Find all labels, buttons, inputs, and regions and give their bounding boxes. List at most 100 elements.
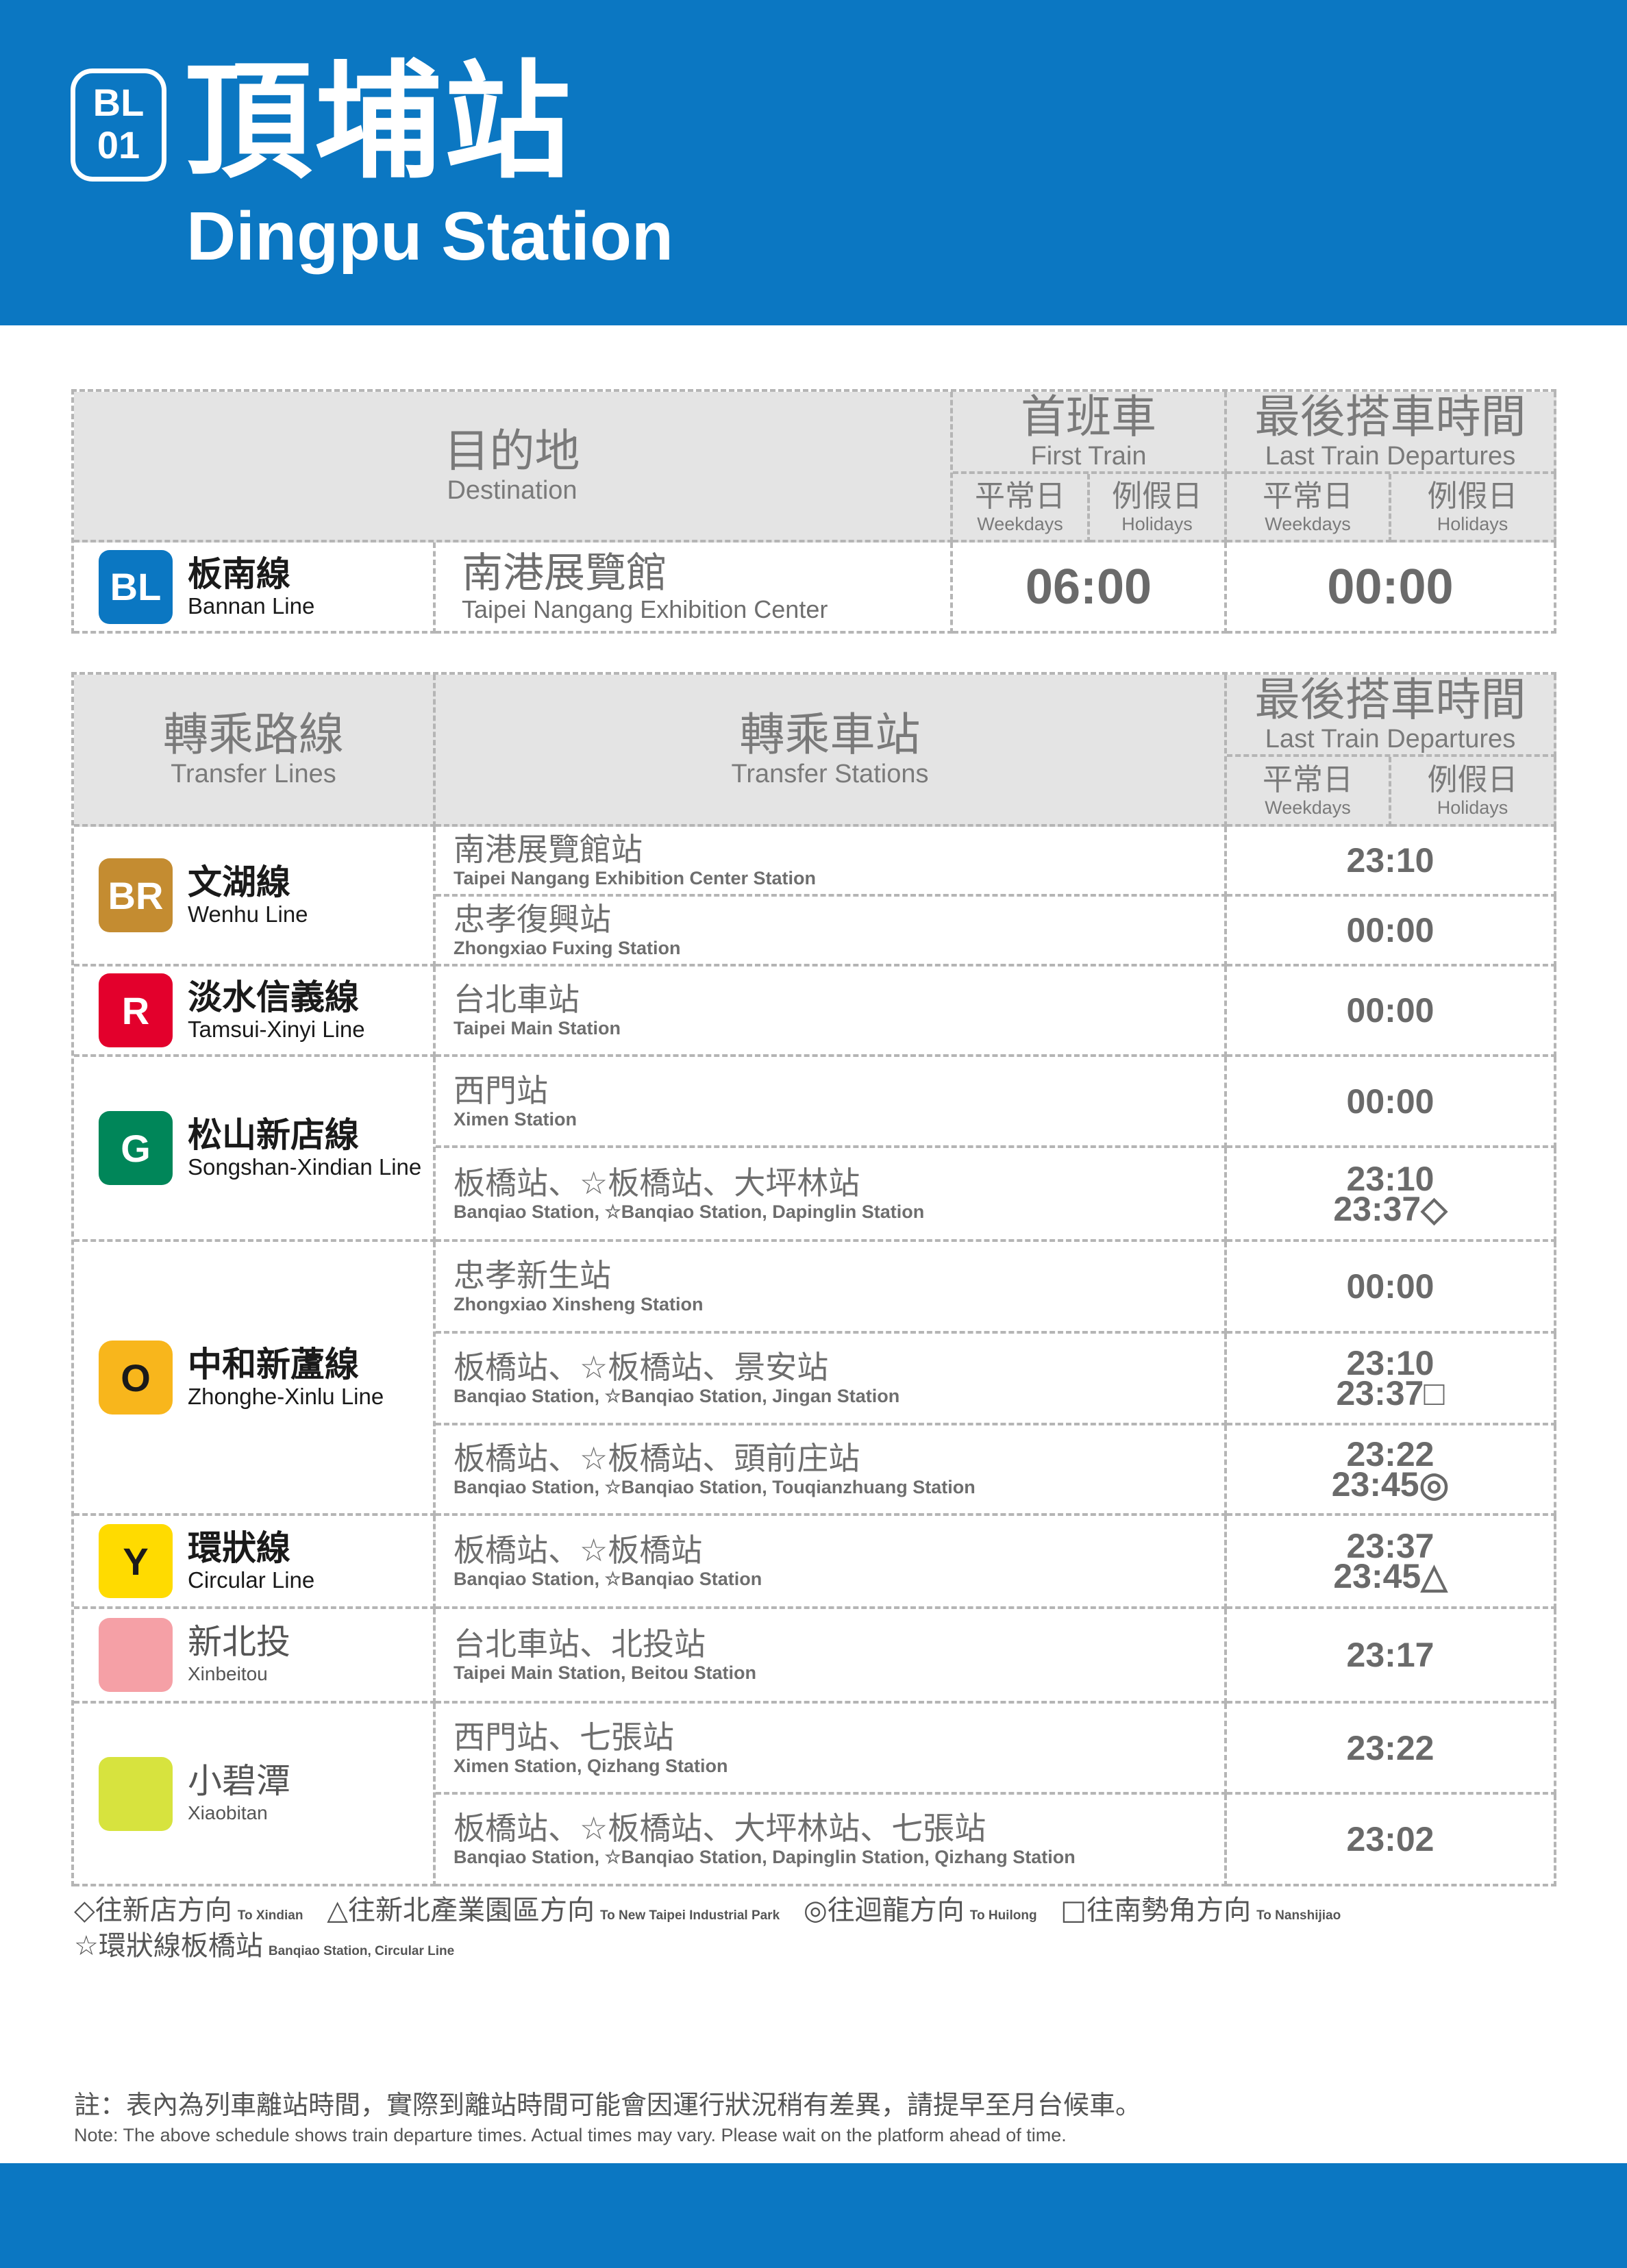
last-time-cell: 23:17 — [1227, 1609, 1556, 1704]
station-en: Banqiao Station, ☆Banqiao Station, Jinga… — [454, 1386, 900, 1406]
transfer-stations-header: 轉乘車站 Transfer Stations — [436, 675, 1227, 827]
first-train-time: 06:00 — [1025, 559, 1152, 614]
last-time-alt: 23:37◇ — [1333, 1189, 1448, 1228]
station-code-line: BL — [92, 81, 145, 124]
holidays-label-en: Holidays — [1121, 514, 1193, 534]
destination-cell: 南港展覽館 Taipei Nangang Exhibition Center — [436, 543, 953, 634]
transfer-station-row: 西門站 Ximen Station — [436, 1057, 1227, 1148]
station-name-en: Dingpu Station — [186, 198, 673, 275]
station-en: Banqiao Station, ☆Banqiao Station — [454, 1569, 762, 1589]
line-badge-songshan-xindian: G — [99, 1111, 173, 1185]
station-zh: 板橋站、☆板橋站 — [454, 1532, 703, 1569]
line-name-zh: 松山新店線 — [188, 1115, 359, 1155]
line-name-zh: 新北投 — [188, 1622, 290, 1662]
line-name-en: Zhonghe-Xinlu Line — [188, 1384, 384, 1409]
destination-en: Taipei Nangang Exhibition Center — [462, 595, 828, 623]
legend-item-huilong: ◎往迴龍方向 — [803, 1895, 965, 1926]
station-en: Banqiao Station, ☆Banqiao Station, Dapin… — [454, 1201, 925, 1222]
line-name-zh: 淡水信義線 — [188, 977, 359, 1017]
line-name-en: Tamsui-Xinyi Line — [188, 1017, 365, 1042]
station-zh: 台北車站、北投站 — [454, 1625, 706, 1662]
first-train-header-zh: 首班車 — [1021, 390, 1156, 443]
transfer-station-row: 板橋站、☆板橋站、大坪林站 Banqiao Station, ☆Banqiao … — [436, 1148, 1227, 1242]
note-zh: 註：表內為列車離站時間，實際到離站時間可能會因運行狀況稍有差異，請提早至月台候車… — [74, 2090, 1142, 2120]
transfer-table: 轉乘路線 Transfer Lines 轉乘車站 Transfer Statio… — [71, 672, 1556, 1886]
last-time-cell: 00:00 — [1227, 897, 1556, 967]
transfer-last-header-zh: 最後搭車時間 — [1254, 673, 1526, 726]
line-name-zh: 文湖線 — [188, 862, 290, 902]
transfer-station-row: 板橋站、☆板橋站 Banqiao Station, ☆Banqiao Stati… — [436, 1516, 1227, 1609]
transfer-station-row: 西門站、七張站 Ximen Station, Qizhang Station — [436, 1704, 1227, 1795]
last-time-cell: 23:10 23:37◇ — [1227, 1148, 1556, 1242]
station-en: Taipei Nangang Exhibition Center Station — [454, 868, 817, 888]
last-time-cell: 00:00 — [1227, 1057, 1556, 1148]
holidays-label-en: Holidays — [1437, 797, 1508, 818]
transfer-station-row: 台北車站 Taipei Main Station — [436, 967, 1227, 1057]
station-en: Taipei Main Station — [454, 1018, 621, 1038]
last-time-cell: 23:10 23:37□ — [1227, 1334, 1556, 1425]
note-en: Note: The above schedule shows train dep… — [74, 2125, 1067, 2145]
line-badge-tamsui-xinyi: R — [99, 973, 173, 1047]
station-en: Banqiao Station, ☆Banqiao Station, Touqi… — [454, 1477, 976, 1497]
last-time: 00:00 — [1346, 1082, 1435, 1121]
transfer-weekdays-header: 平常日 Weekdays — [1227, 757, 1391, 827]
line-badge-wenhu: BR — [99, 858, 173, 932]
legend-item-en: To New Taipei Industrial Park — [599, 1908, 780, 1923]
line-name-zh: 小碧潭 — [188, 1760, 290, 1801]
legend-item-en: To Nanshijiao — [1256, 1908, 1341, 1923]
last-weekdays-header: 平常日 Weekdays — [1227, 474, 1391, 543]
station-zh: 忠孝復興站 — [454, 901, 611, 938]
last-train-header: 最後搭車時間 Last Train Departures — [1227, 392, 1556, 474]
legend-item-nanshijiao: □往南勢角方向 — [1060, 1895, 1252, 1926]
transfer-station-row: 板橋站、☆板橋站、頭前庄站 Banqiao Station, ☆Banqiao … — [436, 1425, 1227, 1516]
station-zh: 台北車站 — [454, 981, 580, 1018]
line-name-zh: 板南線 — [188, 553, 290, 594]
holidays-label-zh: 例假日 — [1112, 479, 1202, 514]
first-train-header-en: First Train — [1030, 442, 1147, 471]
legend-item-en: To Huilong — [969, 1908, 1037, 1923]
last-time: 00:00 — [1346, 1267, 1435, 1306]
line-badge-circular: Y — [99, 1524, 173, 1598]
destination-header-en: Destination — [447, 476, 577, 505]
transfer-station-row: 台北車站、北投站 Taipei Main Station, Beitou Sta… — [436, 1609, 1227, 1704]
transfer-stations-header-zh: 轉乘車站 — [739, 708, 921, 761]
station-code-badge: BL 01 — [71, 68, 166, 182]
legend-line-1: ◇往新店方向 To Xindian △往新北產業園區方向 To New Taipei… — [74, 1893, 1356, 1933]
last-time-cell: 23:37 23:45△ — [1227, 1516, 1556, 1609]
first-train-time-cell: 06:00 — [953, 543, 1227, 634]
transfer-last-header-en: Last Train Departures — [1265, 725, 1516, 753]
line-name-zh: 環狀線 — [188, 1528, 290, 1568]
last-time: 00:00 — [1346, 911, 1435, 949]
legend-item-en: To Xindian — [237, 1908, 303, 1923]
line-cell-bannan: BL 板南線 Bannan Line — [74, 543, 436, 634]
station-en: Taipei Main Station, Beitou Station — [454, 1662, 757, 1683]
first-holidays-header: 例假日 Holidays — [1090, 474, 1227, 543]
line-cell-xinbeitou: 新北投 Xinbeitou — [74, 1609, 436, 1704]
last-time: 23:10 — [1346, 1159, 1435, 1198]
weekdays-label-zh: 平常日 — [1263, 479, 1353, 514]
last-time-cell: 23:02 — [1227, 1795, 1556, 1886]
last-time-alt: 23:37□ — [1336, 1374, 1445, 1412]
last-time: 23:17 — [1346, 1636, 1435, 1674]
station-zh: 板橋站、☆板橋站、頭前庄站 — [454, 1440, 860, 1477]
last-holidays-header: 例假日 Holidays — [1391, 474, 1556, 543]
station-en: Banqiao Station, ☆Banqiao Station, Dapin… — [454, 1847, 1076, 1867]
line-cell-tamsui-xinyi: R 淡水信義線 Tamsui-Xinyi Line — [74, 967, 436, 1057]
station-zh: 忠孝新生站 — [454, 1257, 611, 1294]
line-name-en: Songshan-Xindian Line — [188, 1154, 422, 1180]
line-badge-bannan: BL — [99, 549, 173, 624]
line-name-en: Xinbeitou — [188, 1663, 268, 1684]
transfer-station-row: 南港展覽館站 Taipei Nangang Exhibition Center … — [436, 827, 1227, 897]
last-time-alt: 23:45◎ — [1331, 1465, 1450, 1504]
station-zh: 板橋站、☆板橋站、景安站 — [454, 1349, 829, 1386]
line-name-en: Circular Line — [188, 1567, 315, 1593]
weekdays-label-zh: 平常日 — [1263, 762, 1353, 797]
destination-zh: 南港展覽館 — [462, 549, 667, 597]
weekdays-label-en: Weekdays — [1265, 797, 1351, 818]
station-en: Zhongxiao Fuxing Station — [454, 938, 681, 958]
first-weekdays-header: 平常日 Weekdays — [953, 474, 1090, 543]
line-name-en: Bannan Line — [188, 593, 315, 619]
first-train-header: 首班車 First Train — [953, 392, 1227, 474]
last-time: 23:02 — [1346, 1820, 1435, 1858]
line-name-en: Wenhu Line — [188, 901, 308, 927]
